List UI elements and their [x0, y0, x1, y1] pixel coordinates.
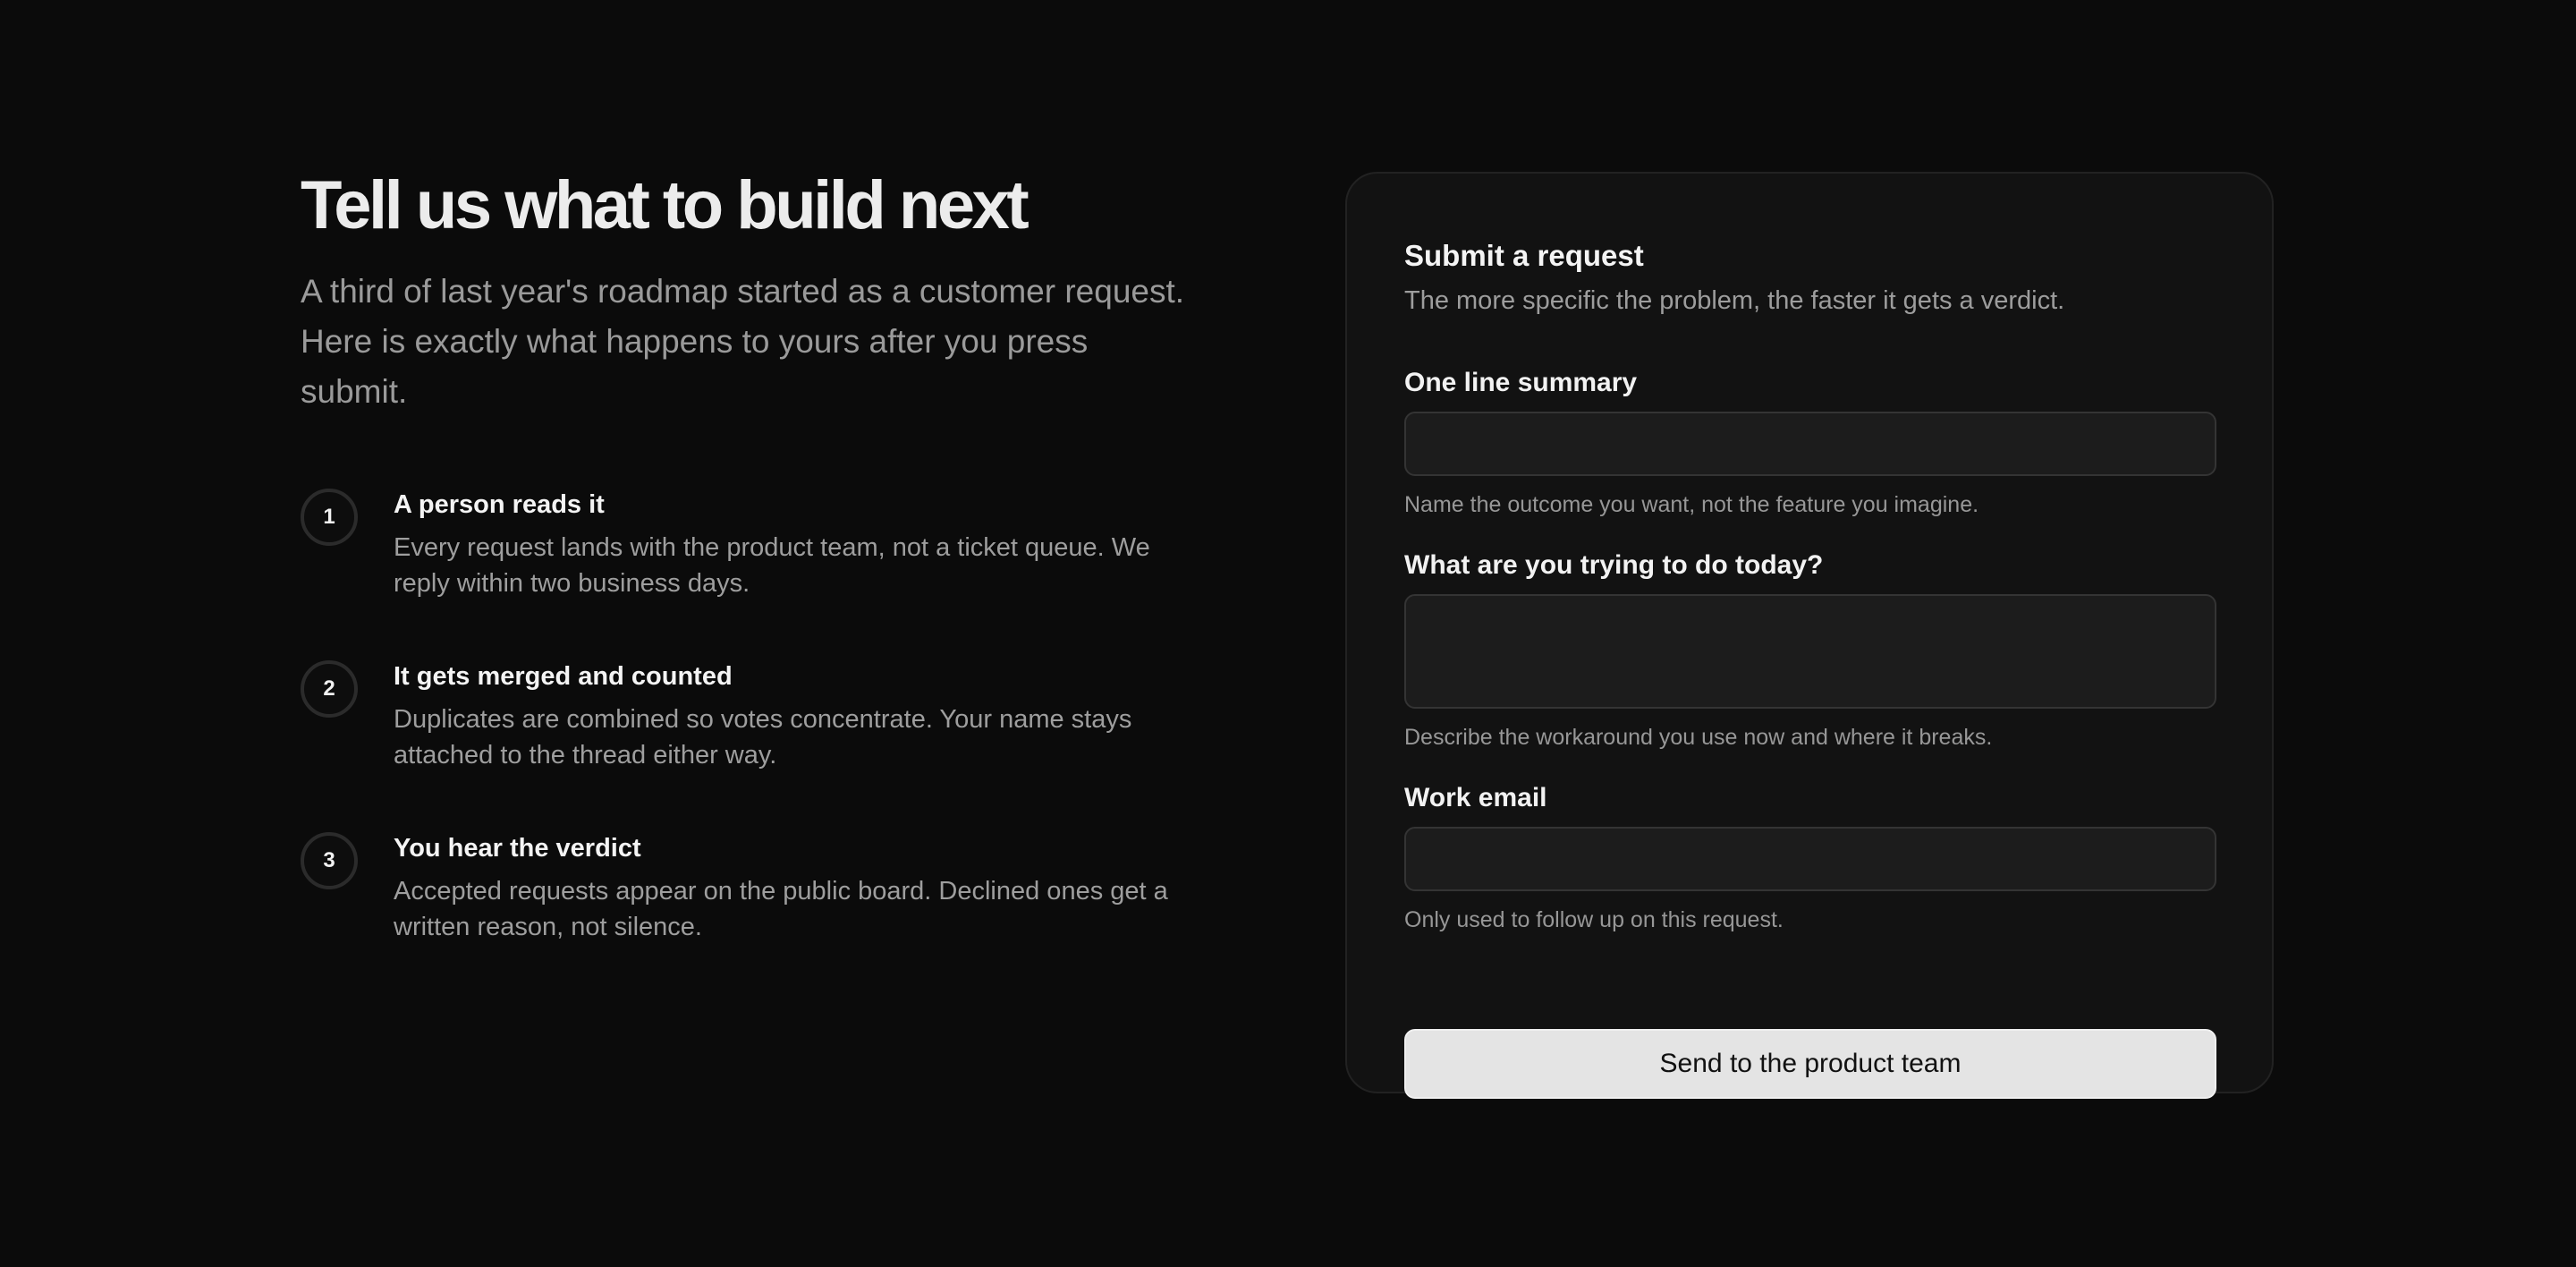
step-title: You hear the verdict	[394, 834, 641, 863]
step-number-badge: 1	[301, 489, 358, 546]
request-form: Submit a request The more specific the p…	[1404, 236, 2216, 1099]
step-description: Duplicates are combined so votes concent…	[394, 705, 1132, 770]
summary-field-group: One line summary Name the outcome you wa…	[1404, 365, 2216, 519]
summary-help-text: Name the outcome you want, not the featu…	[1404, 492, 1979, 517]
today-field-group: What are you trying to do today? Describ…	[1404, 548, 2216, 752]
step-item: 1 A person reads it Every request lands …	[301, 489, 1213, 660]
intro-text: A third of last year's roadmap started a…	[301, 273, 1185, 410]
request-form-card: Submit a request The more specific the p…	[1345, 172, 2274, 1099]
email-label: Work email	[1404, 783, 1547, 812]
step-content: A person reads it Every request lands wi…	[394, 489, 1199, 601]
today-help-text: Describe the workaround you use now and …	[1404, 725, 1993, 750]
today-label: What are you trying to do today?	[1404, 550, 1824, 580]
form-title: Submit a request	[1404, 239, 1644, 272]
step-description: Every request lands with the product tea…	[394, 533, 1150, 598]
submit-button[interactable]: Send to the product team	[1404, 1029, 2216, 1099]
form-subtitle: The more specific the problem, the faste…	[1404, 286, 2065, 315]
email-input[interactable]	[1404, 827, 2216, 891]
step-number-badge: 3	[301, 832, 358, 889]
summary-input[interactable]	[1404, 412, 2216, 476]
email-help-text: Only used to follow up on this request.	[1404, 907, 1784, 932]
step-description: Accepted requests appear on the public b…	[394, 877, 1168, 941]
step-title: A person reads it	[394, 490, 605, 519]
step-item: 3 You hear the verdict Accepted requests…	[301, 832, 1213, 1004]
step-content: It gets merged and counted Duplicates ar…	[394, 660, 1199, 773]
process-steps: 1 A person reads it Every request lands …	[301, 489, 1213, 1004]
step-title: It gets merged and counted	[394, 662, 733, 691]
step-item: 2 It gets merged and counted Duplicates …	[301, 660, 1213, 832]
summary-label: One line summary	[1404, 368, 1638, 397]
email-field-group: Work email Only used to follow up on thi…	[1404, 780, 2216, 934]
step-content: You hear the verdict Accepted requests a…	[394, 832, 1199, 945]
step-number-badge: 2	[301, 660, 358, 718]
today-textarea[interactable]	[1404, 594, 2216, 709]
intro-section: Tell us what to build next A third of la…	[301, 161, 1213, 1004]
page-title: Tell us what to build next	[301, 167, 1030, 243]
